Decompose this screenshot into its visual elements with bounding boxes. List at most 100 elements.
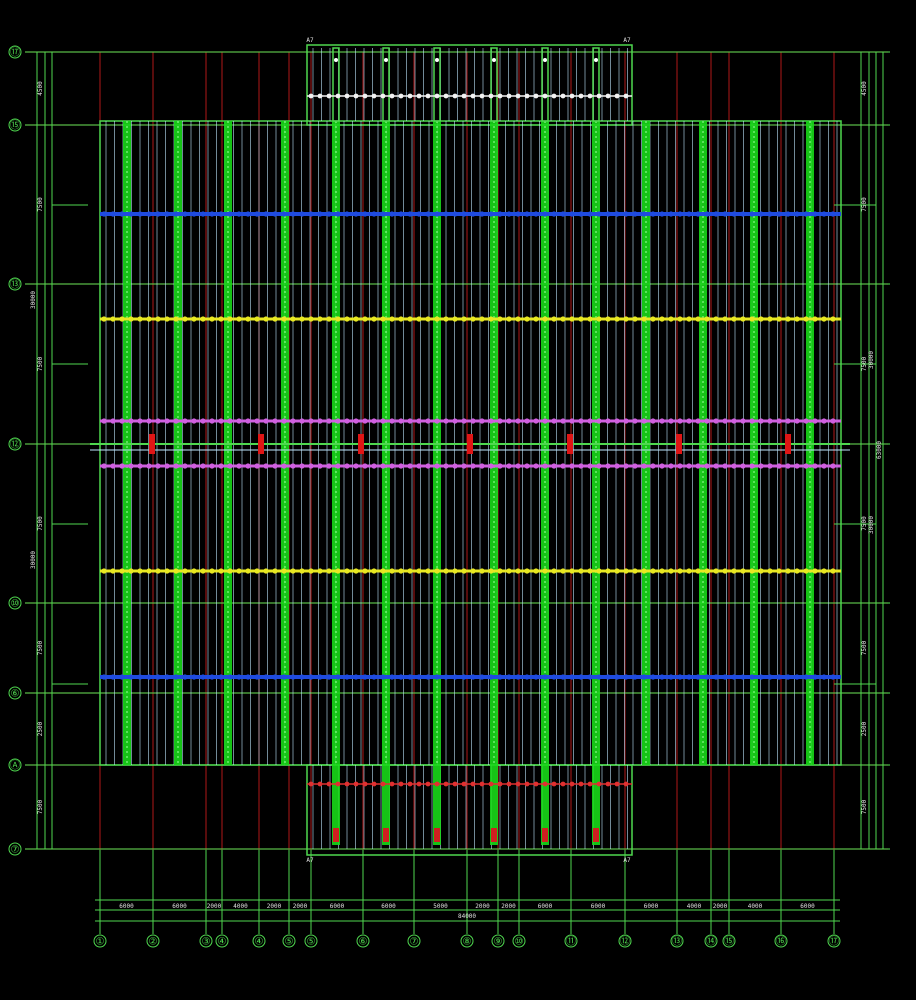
purlin-node bbox=[497, 568, 503, 574]
purlin-node bbox=[542, 674, 548, 680]
purlin-node bbox=[497, 211, 503, 217]
purlin-node bbox=[101, 418, 107, 424]
purlin-node bbox=[470, 211, 476, 217]
purlin-node bbox=[830, 316, 836, 322]
top-node bbox=[398, 93, 404, 99]
purlin-node bbox=[173, 316, 179, 322]
top-node bbox=[623, 93, 629, 99]
purlin-node bbox=[146, 568, 152, 574]
purlin-node bbox=[641, 674, 647, 680]
bottom-node bbox=[452, 781, 458, 787]
purlin-node bbox=[308, 463, 314, 469]
purlin-node bbox=[461, 463, 467, 469]
purlin-node bbox=[128, 316, 134, 322]
purlin-node bbox=[128, 463, 134, 469]
purlin-node bbox=[389, 316, 395, 322]
purlin-node bbox=[560, 418, 566, 424]
ridge-brace bbox=[149, 434, 155, 454]
purlin-node bbox=[614, 418, 620, 424]
purlin-node bbox=[164, 568, 170, 574]
ridge-brace bbox=[785, 434, 791, 454]
bottom-dimension-text: 2000 bbox=[267, 903, 282, 910]
ridge-brace bbox=[258, 434, 264, 454]
bottom-node bbox=[461, 781, 467, 787]
purlin-node bbox=[578, 418, 584, 424]
purlin-node bbox=[695, 463, 701, 469]
purlin-node bbox=[767, 463, 773, 469]
top-node bbox=[353, 93, 359, 99]
purlin-node bbox=[326, 568, 332, 574]
bottom-dimension-text: 6000 bbox=[330, 903, 345, 910]
column-axis-label: ⑯ bbox=[776, 936, 786, 948]
purlin-node bbox=[308, 316, 314, 322]
purlin-node bbox=[641, 418, 647, 424]
purlin-node bbox=[299, 316, 305, 322]
cad-roof-structure-plan: 6000 6000 2000 4000 2000 2000 6000 6000 5000 2000… bbox=[0, 0, 916, 1000]
purlin-node bbox=[452, 418, 458, 424]
top-node bbox=[560, 93, 566, 99]
purlin-node bbox=[254, 568, 260, 574]
purlin-node bbox=[416, 463, 422, 469]
purlin-node bbox=[344, 418, 350, 424]
purlin-node bbox=[542, 568, 548, 574]
purlin-node bbox=[416, 568, 422, 574]
purlin-node bbox=[551, 211, 557, 217]
purlin-node bbox=[686, 211, 692, 217]
purlin-node bbox=[578, 568, 584, 574]
purlin-node bbox=[470, 463, 476, 469]
right-dimension-text: 7500 bbox=[861, 197, 868, 212]
top-node bbox=[479, 93, 485, 99]
purlin-node bbox=[398, 463, 404, 469]
purlin-node bbox=[317, 463, 323, 469]
purlin-node bbox=[290, 463, 296, 469]
bottom-node bbox=[389, 781, 395, 787]
purlin-node bbox=[335, 568, 341, 574]
purlin-node bbox=[758, 211, 764, 217]
purlin-node bbox=[704, 316, 710, 322]
lower-beam-end bbox=[333, 828, 339, 842]
right-dimension-text: 7500 bbox=[861, 516, 868, 531]
purlin-node bbox=[263, 211, 269, 217]
left-dimension-text: 7500 bbox=[37, 640, 44, 655]
bottom-node bbox=[515, 781, 521, 787]
purlin-node bbox=[389, 463, 395, 469]
purlin-node bbox=[479, 316, 485, 322]
purlin-node bbox=[227, 463, 233, 469]
purlin-node bbox=[110, 211, 116, 217]
bottom-node bbox=[425, 781, 431, 787]
purlin-node bbox=[245, 316, 251, 322]
purlin-node bbox=[281, 568, 287, 574]
purlin-node bbox=[200, 568, 206, 574]
bottom-dimension-text: 2000 bbox=[713, 903, 728, 910]
purlin-node bbox=[506, 316, 512, 322]
purlin-node bbox=[623, 463, 629, 469]
purlin-node bbox=[407, 463, 413, 469]
purlin-node bbox=[335, 211, 341, 217]
purlin-node bbox=[650, 418, 656, 424]
purlin-node bbox=[695, 568, 701, 574]
purlin-node bbox=[812, 463, 818, 469]
purlin-node bbox=[542, 211, 548, 217]
purlin-node bbox=[686, 316, 692, 322]
purlin-node bbox=[137, 674, 143, 680]
purlin-node bbox=[362, 674, 368, 680]
bottom-node bbox=[470, 781, 476, 787]
bottom-node bbox=[362, 781, 368, 787]
purlin-node bbox=[569, 674, 575, 680]
purlin-node bbox=[677, 418, 683, 424]
purlin-node bbox=[461, 674, 467, 680]
top-node bbox=[614, 93, 620, 99]
purlin-node bbox=[227, 211, 233, 217]
purlin-node bbox=[623, 568, 629, 574]
top-node bbox=[461, 93, 467, 99]
bottom-node bbox=[614, 781, 620, 787]
purlin-node bbox=[443, 316, 449, 322]
purlin-node bbox=[650, 674, 656, 680]
purlin-node bbox=[200, 211, 206, 217]
purlin-node bbox=[632, 418, 638, 424]
notch-mark: A7 bbox=[623, 857, 631, 864]
purlin-node bbox=[569, 463, 575, 469]
top-node bbox=[569, 93, 575, 99]
purlin-node bbox=[398, 316, 404, 322]
purlin-node bbox=[254, 316, 260, 322]
